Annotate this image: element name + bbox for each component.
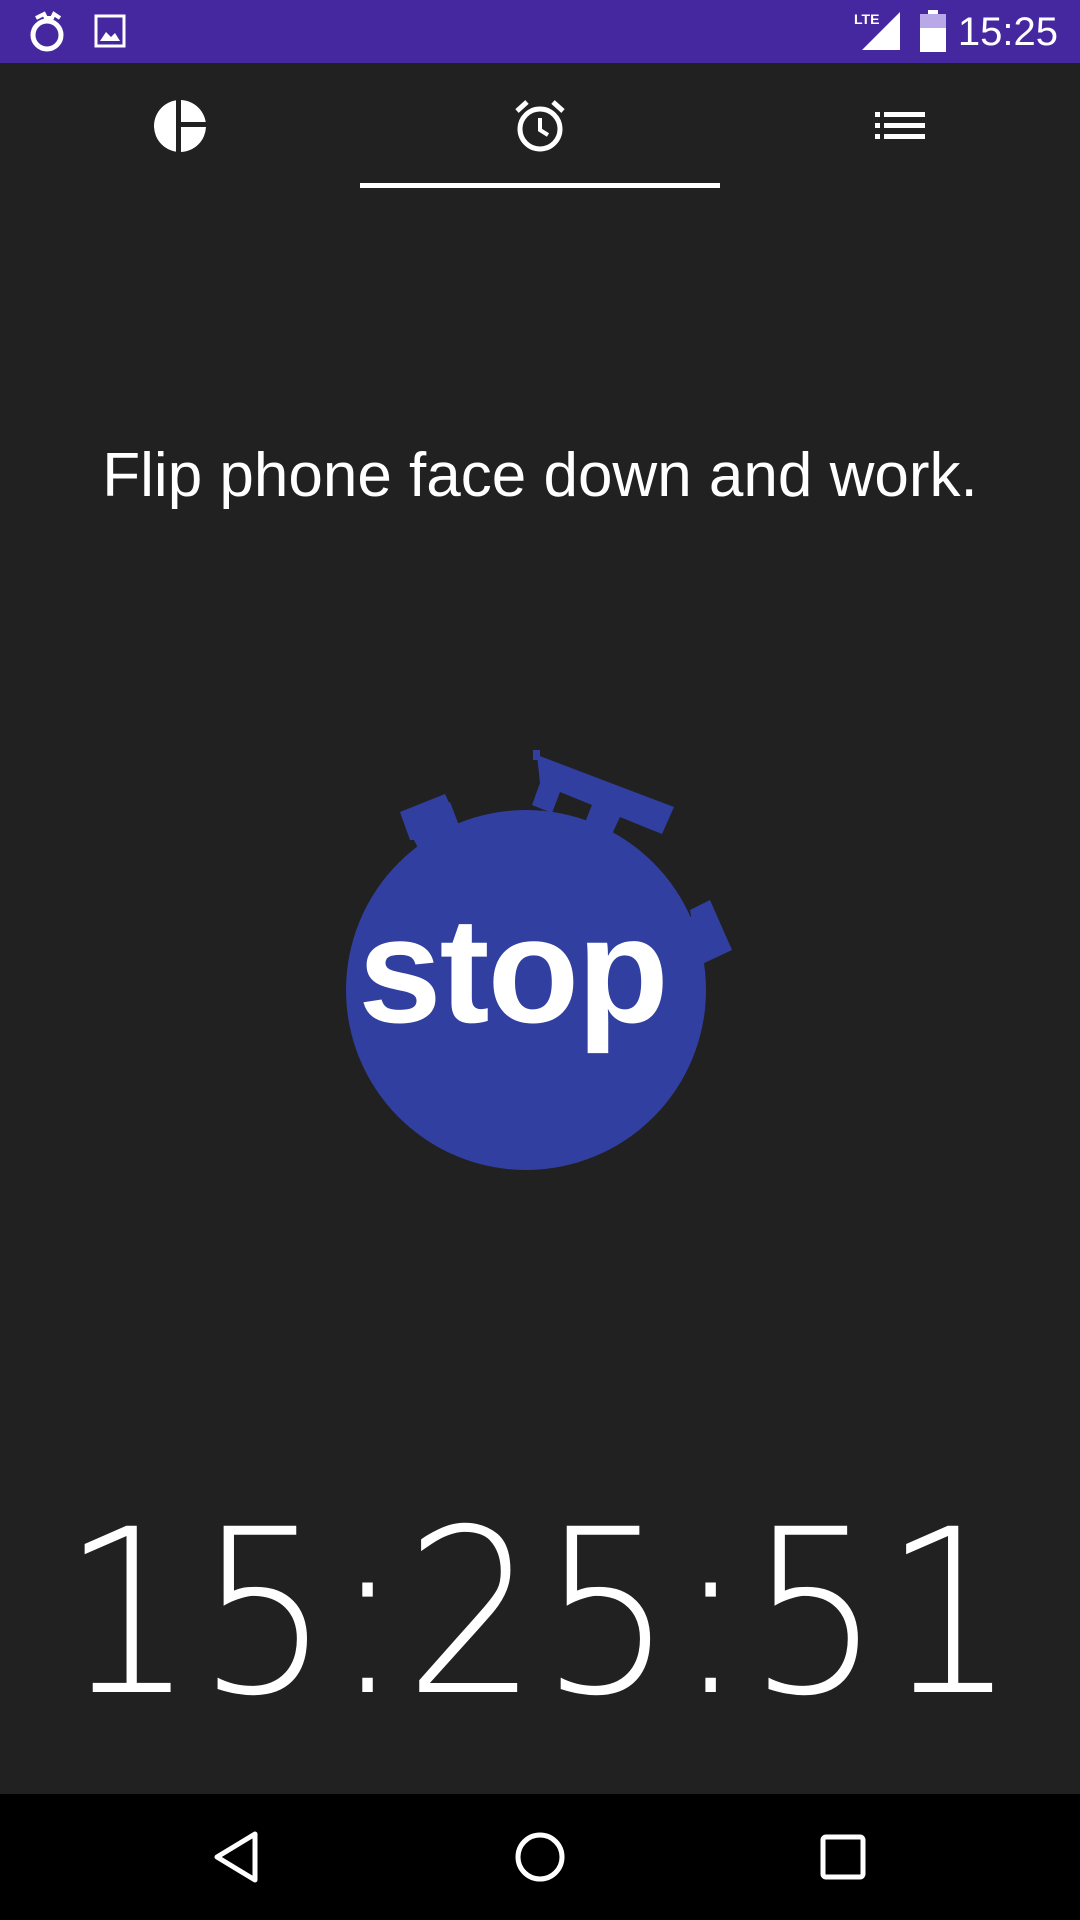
home-icon xyxy=(515,1832,565,1882)
stopwatch-icon xyxy=(30,11,64,52)
list-icon xyxy=(875,112,925,139)
lte-signal-icon: LTE xyxy=(854,11,900,50)
recents-icon xyxy=(820,1834,866,1880)
image-icon xyxy=(94,14,126,48)
lte-label: LTE xyxy=(854,11,879,27)
recents-button[interactable] xyxy=(763,1794,923,1920)
tab-bar xyxy=(0,63,1080,189)
alarm-clock-icon xyxy=(515,100,565,152)
pie-chart-icon xyxy=(154,98,208,154)
clock-value: 15:25:51 xyxy=(61,1480,1019,1746)
status-time: 15:25 xyxy=(957,10,1058,54)
status-bar: LTE 15:25 xyxy=(0,0,1080,63)
elapsed-clock: 15:25:51 xyxy=(0,1480,1080,1746)
tab-timer[interactable] xyxy=(360,63,720,189)
stop-label: stop xyxy=(358,885,669,1054)
home-button[interactable] xyxy=(460,1794,620,1920)
back-icon xyxy=(214,1831,258,1883)
navigation-bar xyxy=(0,1794,1080,1920)
instruction-text: Flip phone face down and work. xyxy=(102,441,978,510)
tab-stats[interactable] xyxy=(0,63,360,189)
back-button[interactable] xyxy=(157,1794,317,1920)
tab-indicator xyxy=(360,183,720,188)
tab-list[interactable] xyxy=(720,63,1080,189)
stop-button[interactable]: stop xyxy=(300,740,760,1190)
battery-icon xyxy=(920,10,946,52)
